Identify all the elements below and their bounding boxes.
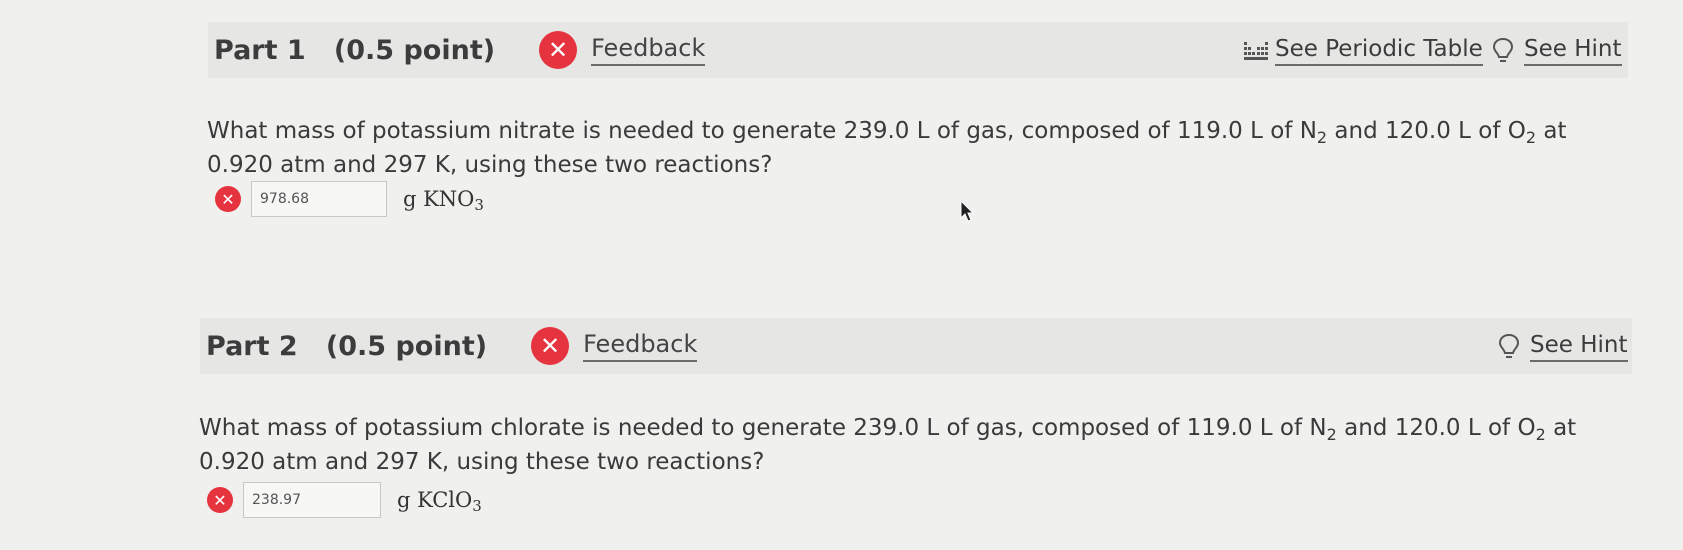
lightbulb-icon [1498,333,1520,358]
see-periodic-table-label[interactable]: See Periodic Table [1275,36,1483,66]
part1-feedback-link[interactable]: Feedback [591,34,706,66]
incorrect-icon: ✕ [207,487,233,513]
part2-answer-input[interactable] [243,482,381,518]
part2-answer-row: ✕ g KClO3 [207,482,482,518]
part2-title: Part 2 (0.5 point) [206,330,488,362]
mouse-pointer-icon [960,200,975,222]
part2-unit: g KClO3 [397,488,482,515]
part1-answer-input[interactable] [251,181,387,217]
part1-title: Part 1 (0.5 point) [214,34,496,66]
part2-see-hint-link[interactable]: See Hint [1498,332,1628,362]
close-circle-icon[interactable]: ✕ [531,327,570,365]
part2-question: What mass of potassium chlorate is neede… [199,415,1577,475]
part2-header: Part 2 (0.5 point) ✕ Feedback [200,318,1632,374]
part1-see-hint-label[interactable]: See Hint [1524,36,1622,66]
part1-unit: g KNO3 [403,187,484,214]
part1-question: What mass of potassium nitrate is needed… [207,118,1567,178]
part2-see-hint-label[interactable]: See Hint [1530,332,1628,362]
see-periodic-table-link[interactable]: See Periodic Table [1243,36,1483,66]
periodic-table-icon [1244,42,1268,60]
part1-answer-row: ✕ g KNO3 [215,181,484,217]
close-circle-icon[interactable]: ✕ [539,31,578,69]
lightbulb-icon [1492,37,1514,62]
part1-see-hint-link[interactable]: See Hint [1492,36,1622,66]
part2-feedback-link[interactable]: Feedback [583,330,698,362]
incorrect-icon: ✕ [215,186,241,212]
